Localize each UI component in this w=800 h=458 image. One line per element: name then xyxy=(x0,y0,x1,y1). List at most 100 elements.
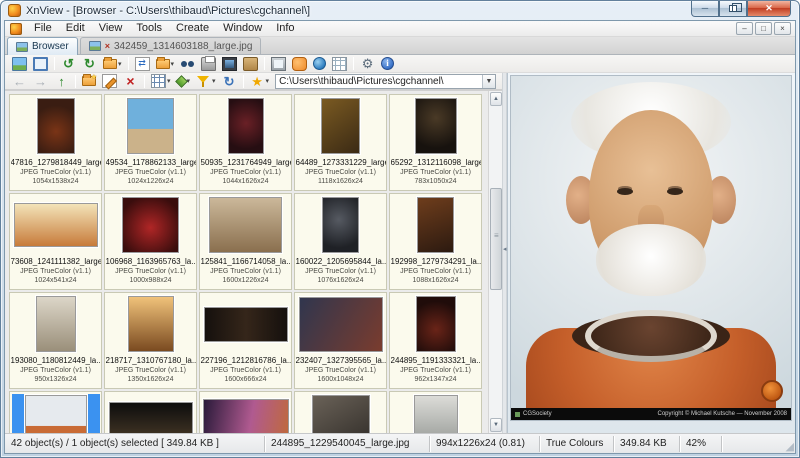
menu-item-window[interactable]: Window xyxy=(216,21,269,36)
thumbnail-cell[interactable]: 218717_1310767180_la...JPEG TrueColor (v… xyxy=(104,292,197,389)
menu-item-view[interactable]: View xyxy=(92,21,130,36)
file-type-label: JPEG TrueColor (v1.1) xyxy=(210,267,281,276)
forward-icon xyxy=(33,74,48,88)
browse-button[interactable] xyxy=(9,56,30,72)
artwork-caption-right: Copyright © Michael Kutsche — November 2… xyxy=(658,411,787,417)
tab-label: Browser xyxy=(32,41,69,52)
thumbnail-box xyxy=(392,295,480,353)
thumbnail-cell[interactable]: 47816_1279818449_largeJPEG TrueColor (v1… xyxy=(9,94,102,191)
thumbnail-cell[interactable] xyxy=(9,391,102,433)
scroll-up-icon[interactable]: ▲ xyxy=(490,92,502,106)
tab-image[interactable]: ×342459_1314603188_large.jpg xyxy=(80,37,262,54)
menu-item-create[interactable]: Create xyxy=(169,21,216,36)
main-toolbar: ▾▾ xyxy=(5,55,795,73)
new-folder-button[interactable] xyxy=(79,73,99,89)
chevron-down-icon: ▾ xyxy=(266,77,270,85)
open-folder-dropdown-button[interactable]: ▾ xyxy=(153,56,178,72)
file-type-label: JPEG TrueColor (v1.1) xyxy=(400,366,471,375)
tag-dropdown-button[interactable]: ▾ xyxy=(174,73,194,89)
thumbnail-cell[interactable]: 160022_1205695844_la...JPEG TrueColor (v… xyxy=(294,193,387,290)
thumbnail-cell[interactable]: 232407_1327395565_la...JPEG TrueColor (v… xyxy=(294,292,387,389)
thumbnail-cell[interactable] xyxy=(294,391,387,433)
thumbnail-image xyxy=(37,98,75,154)
vertical-scrollbar[interactable]: ▲ ▼ xyxy=(488,91,502,433)
wallet-button[interactable] xyxy=(240,56,261,72)
settings-button[interactable] xyxy=(357,56,378,72)
mdi-restore-button[interactable]: □ xyxy=(755,22,772,35)
thumbnail-cell[interactable] xyxy=(389,391,482,433)
thumbnail-box xyxy=(392,196,480,254)
filter-dropdown-button[interactable]: ▾ xyxy=(193,73,219,89)
forward-button[interactable] xyxy=(30,73,51,89)
file-type-label: JPEG TrueColor (v1.1) xyxy=(400,168,471,177)
scroll-down-icon[interactable]: ▼ xyxy=(490,418,502,432)
rotate-right-icon xyxy=(82,57,97,71)
artwork-beard xyxy=(596,224,706,296)
restore-button[interactable] xyxy=(719,1,747,17)
refresh-button[interactable] xyxy=(219,73,240,89)
move-to-folder-dropdown-button[interactable]: ▾ xyxy=(100,56,125,72)
mdi-close-button[interactable]: × xyxy=(774,22,791,35)
info-button[interactable] xyxy=(378,56,397,72)
file-dimensions-label: 1000x988x24 xyxy=(129,276,171,285)
thumbnail-cell[interactable]: 193080_1180812449_la...JPEG TrueColor (v… xyxy=(9,292,102,389)
thumbnail-cell[interactable]: 192998_1279734291_la...JPEG TrueColor (v… xyxy=(389,193,482,290)
thumbnail-cell[interactable]: 125841_1166714058_la...JPEG TrueColor (v… xyxy=(199,193,292,290)
main-area: ▾▾▾▾▼ 47816_1279818449_largeJPEG TrueCol… xyxy=(5,73,795,433)
capture-button[interactable] xyxy=(268,56,289,72)
rotate-right-button[interactable] xyxy=(79,56,100,72)
address-input[interactable] xyxy=(276,75,482,88)
thumbnail-cell[interactable] xyxy=(104,391,197,433)
chevron-down-icon: ▾ xyxy=(167,77,171,85)
delete-icon xyxy=(123,74,138,88)
thumbnail-cell[interactable]: 106968_1163965763_la...JPEG TrueColor (v… xyxy=(104,193,197,290)
thumbnail-cell[interactable]: 50935_1231764949_largeJPEG TrueColor (v1… xyxy=(199,94,292,191)
contact-sheet-button[interactable] xyxy=(329,56,350,72)
scrollbar-thumb[interactable] xyxy=(490,188,502,290)
artwork-caption-left: CGSociety xyxy=(515,411,552,417)
thumbnail-image xyxy=(417,197,454,253)
title-bar[interactable]: XnView - [Browser - C:\Users\thibaud\Pic… xyxy=(1,1,799,20)
file-name-label: 106968_1163965763_la... xyxy=(106,256,196,267)
print-button[interactable] xyxy=(198,56,219,72)
mdi-minimize-button[interactable]: – xyxy=(736,22,753,35)
edit-button[interactable] xyxy=(99,73,120,89)
menu-item-tools[interactable]: Tools xyxy=(129,21,169,36)
delete-button[interactable] xyxy=(120,73,141,89)
address-dropdown-icon[interactable]: ▼ xyxy=(482,75,495,88)
rotate-left-button[interactable] xyxy=(58,56,79,72)
tab-close-icon[interactable]: × xyxy=(105,42,110,51)
slideshow-button[interactable] xyxy=(219,56,240,72)
up-button[interactable] xyxy=(51,73,72,89)
thumbnail-cell[interactable]: 227196_1212816786_la...JPEG TrueColor (v… xyxy=(199,292,292,389)
convert-button[interactable] xyxy=(132,56,153,72)
thumbnail-cell[interactable]: 65292_1312116098_largeJPEG TrueColor (v1… xyxy=(389,94,482,191)
fullscreen-button[interactable] xyxy=(30,56,51,72)
thumbnail-cell[interactable]: 49534_1178862133_largeJPEG TrueColor (v1… xyxy=(104,94,197,191)
thumbnail-cell[interactable]: 244895_1191333321_la...JPEG TrueColor (v… xyxy=(389,292,482,389)
thumbnail-image xyxy=(299,297,383,352)
file-name-label: 227196_1212816786_la... xyxy=(201,355,291,366)
thumbnail-cell[interactable]: 64489_1273331229_largeJPEG TrueColor (v1… xyxy=(294,94,387,191)
comment-button[interactable] xyxy=(289,56,310,72)
search-button[interactable] xyxy=(177,56,198,72)
menu-item-info[interactable]: Info xyxy=(269,21,301,36)
view-mode-dropdown-button[interactable]: ▾ xyxy=(148,73,174,89)
menu-item-edit[interactable]: Edit xyxy=(59,21,92,36)
back-button[interactable] xyxy=(9,73,30,89)
minimize-button[interactable]: ─ xyxy=(691,1,719,17)
web-button[interactable] xyxy=(310,56,329,72)
menu-bar: FileEditViewToolsCreateWindowInfo – □ × xyxy=(5,21,795,37)
file-type-label: JPEG TrueColor (v1.1) xyxy=(305,168,376,177)
close-button[interactable]: ✕ xyxy=(747,1,791,17)
resize-grip[interactable]: ◢ xyxy=(786,440,794,453)
thumbnail-cell[interactable]: 73608_1241111382_largeJPEG TrueColor (v1… xyxy=(9,193,102,290)
app-menu-icon[interactable] xyxy=(10,23,22,35)
print-icon xyxy=(201,57,216,71)
thumbnail-box xyxy=(392,394,480,433)
favorites-dropdown-button[interactable]: ▾ xyxy=(247,73,273,89)
thumbnail-cell[interactable] xyxy=(199,391,292,433)
tab-browser[interactable]: Browser xyxy=(7,37,78,55)
splitter-collapse-icon[interactable]: ◂ xyxy=(503,245,507,253)
menu-item-file[interactable]: File xyxy=(27,21,59,36)
